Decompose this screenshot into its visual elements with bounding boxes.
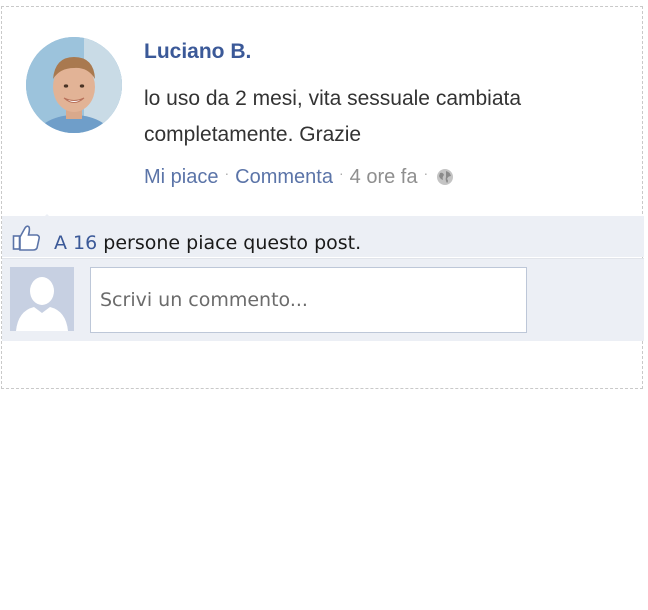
likes-count: 16 [73,232,98,254]
globe-icon[interactable] [436,168,454,186]
thumbs-up-icon [12,224,42,252]
author-name[interactable]: Luciano B. [144,40,251,64]
likes-text: A 16 persone piace questo post. [54,232,361,254]
likes-summary: A 16 persone piace questo post. [2,216,644,257]
post-timestamp[interactable]: 4 ore fa [350,166,418,189]
likes-count-link[interactable]: A 16 [54,232,97,254]
comment-composer [2,258,644,341]
likes-prefix: A [54,232,67,254]
comment-link[interactable]: Commenta [235,166,333,189]
separator: · [224,165,230,181]
post-text: lo uso da 2 mesi, vita sessuale cambiata… [144,87,522,146]
likes-suffix: persone piace questo post. [103,232,362,254]
author-avatar[interactable] [26,37,122,133]
comment-input[interactable] [90,267,527,333]
separator: · [423,165,429,181]
default-user-silhouette-icon [10,267,74,331]
post-actions: Mi piace · Commenta · 4 ore fa · [144,163,454,191]
like-link[interactable]: Mi piace [144,166,218,189]
separator: · [338,165,344,181]
